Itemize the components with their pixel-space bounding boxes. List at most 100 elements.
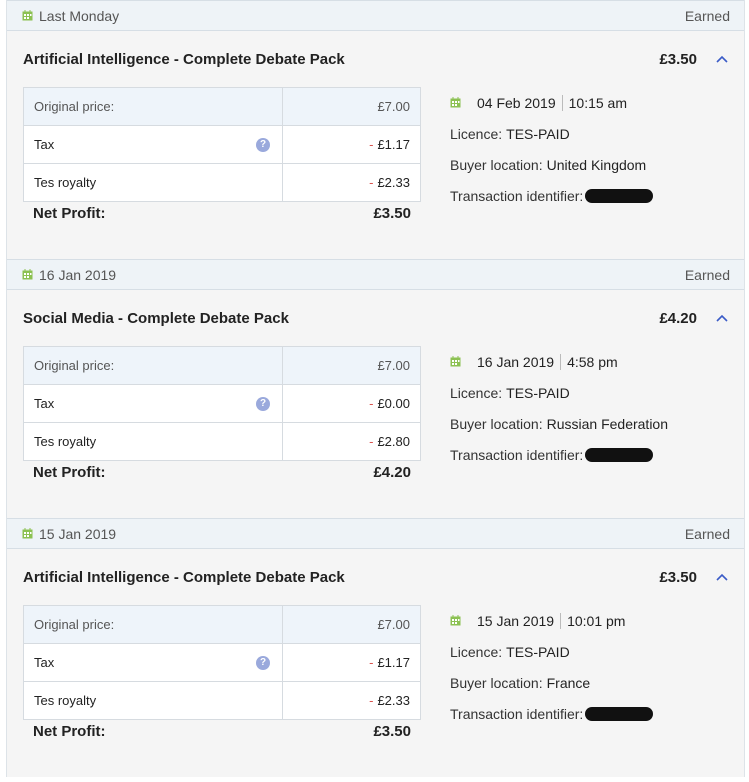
collapse-chevron-up-icon[interactable] <box>715 312 729 324</box>
redacted-identifier <box>585 188 654 203</box>
net-profit-value: £3.50 <box>373 205 411 222</box>
transaction-time: 10:01 pm <box>567 612 626 629</box>
divider <box>560 353 562 370</box>
royalty-label: Tes royalty <box>23 681 283 720</box>
resource-title: Artificial Intelligence - Complete Debat… <box>23 569 345 586</box>
table-row: Tax? - £1.17 <box>23 125 421 164</box>
help-icon[interactable]: ? <box>256 656 270 670</box>
resource-title: Social Media - Complete Debate Pack <box>23 310 289 327</box>
transaction-time: 10:15 am <box>568 94 627 111</box>
transaction-identifier-label: Transaction identifier: <box>450 446 584 463</box>
sale-entry: Social Media - Complete Debate Pack £4.2… <box>7 290 744 518</box>
status-badge: Earned <box>684 7 730 24</box>
calendar-icon <box>22 269 33 280</box>
tax-label: Tax <box>34 137 55 152</box>
royalty-label: Tes royalty <box>23 422 283 461</box>
net-profit-row: Net Profit: £3.50 <box>23 205 411 222</box>
royalty-value: £2.80 <box>377 434 410 449</box>
collapse-chevron-up-icon[interactable] <box>715 571 729 583</box>
net-profit-value: £3.50 <box>373 723 411 740</box>
original-price-label: Original price: <box>23 605 283 644</box>
divider <box>560 612 562 629</box>
resource-title: Artificial Intelligence - Complete Debat… <box>23 51 345 68</box>
date-header: Last Monday Earned <box>7 0 744 31</box>
net-profit-label: Net Profit: <box>33 464 106 481</box>
licence-label: Licence: <box>450 643 503 660</box>
transaction-details: 15 Jan 2019 10:01 pm Licence: TES-PAID B… <box>450 605 654 729</box>
original-price-value: £7.00 <box>282 87 421 126</box>
tax-value: £1.17 <box>377 655 410 670</box>
sale-entry: Artificial Intelligence - Complete Debat… <box>7 549 744 777</box>
original-price-value: £7.00 <box>282 605 421 644</box>
buyer-location-value: Russian Federation <box>546 415 669 432</box>
transaction-date: 16 Jan 2019 <box>477 353 555 370</box>
tax-value: £0.00 <box>377 396 410 411</box>
buyer-location-label: Buyer location: <box>450 415 543 432</box>
licence-value: TES-PAID <box>506 643 570 660</box>
net-profit-label: Net Profit: <box>33 723 106 740</box>
minus-sign: - <box>369 693 374 708</box>
licence-value: TES-PAID <box>506 125 570 142</box>
original-price-label: Original price: <box>23 87 283 126</box>
minus-sign: - <box>369 655 374 670</box>
buyer-location-value: France <box>546 674 591 691</box>
price-breakdown-table: Original price: £7.00 Tax? - £0.00 Tes ro… <box>23 346 421 461</box>
redacted-identifier <box>585 447 654 462</box>
minus-sign: - <box>369 434 374 449</box>
licence-label: Licence: <box>450 125 503 142</box>
table-row: Tes royalty - £2.80 <box>23 422 421 461</box>
transaction-identifier-label: Transaction identifier: <box>450 705 584 722</box>
collapse-chevron-up-icon[interactable] <box>715 53 729 65</box>
date-header: 15 Jan 2019 Earned <box>7 518 744 549</box>
transaction-date: 15 Jan 2019 <box>477 612 555 629</box>
divider <box>561 94 563 111</box>
table-row: Tax? - £1.17 <box>23 643 421 682</box>
calendar-icon <box>450 356 461 367</box>
date-label: 15 Jan 2019 <box>39 525 117 542</box>
licence-label: Licence: <box>450 384 503 401</box>
net-profit-label: Net Profit: <box>33 205 106 222</box>
price-breakdown-table: Original price: £7.00 Tax? - £1.17 Tes ro… <box>23 87 421 202</box>
licence-value: TES-PAID <box>506 384 570 401</box>
original-price-value: £7.00 <box>282 346 421 385</box>
royalty-value: £2.33 <box>377 175 410 190</box>
transaction-identifier-label: Transaction identifier: <box>450 187 584 204</box>
date-label: 16 Jan 2019 <box>39 266 117 283</box>
sale-amount: £3.50 <box>659 51 697 68</box>
buyer-location-label: Buyer location: <box>450 156 543 173</box>
help-icon[interactable]: ? <box>256 138 270 152</box>
tax-label: Tax <box>34 396 55 411</box>
table-row: Tes royalty - £2.33 <box>23 163 421 202</box>
help-icon[interactable]: ? <box>256 397 270 411</box>
date-label: Last Monday <box>39 7 120 24</box>
minus-sign: - <box>369 396 374 411</box>
royalty-value: £2.33 <box>377 693 410 708</box>
transaction-time: 4:58 pm <box>567 353 618 370</box>
sale-amount: £3.50 <box>659 569 697 586</box>
price-breakdown-table: Original price: £7.00 Tax? - £1.17 Tes ro… <box>23 605 421 720</box>
table-row: Original price: £7.00 <box>23 87 421 126</box>
transaction-date: 04 Feb 2019 <box>477 94 556 111</box>
calendar-icon <box>22 10 33 21</box>
table-row: Original price: £7.00 <box>23 605 421 644</box>
table-row: Original price: £7.00 <box>23 346 421 385</box>
sale-amount: £4.20 <box>659 310 697 327</box>
table-row: Tax? - £0.00 <box>23 384 421 423</box>
royalty-label: Tes royalty <box>23 163 283 202</box>
transaction-details: 16 Jan 2019 4:58 pm Licence: TES-PAID Bu… <box>450 346 668 470</box>
sale-entry: Artificial Intelligence - Complete Debat… <box>7 31 744 259</box>
status-badge: Earned <box>684 266 730 283</box>
original-price-label: Original price: <box>23 346 283 385</box>
table-row: Tes royalty - £2.33 <box>23 681 421 720</box>
date-header: 16 Jan 2019 Earned <box>7 259 744 290</box>
buyer-location-value: United Kingdom <box>546 156 647 173</box>
buyer-location-label: Buyer location: <box>450 674 543 691</box>
calendar-icon <box>450 615 461 626</box>
calendar-icon <box>450 97 461 108</box>
calendar-icon <box>22 528 33 539</box>
minus-sign: - <box>369 137 374 152</box>
net-profit-row: Net Profit: £4.20 <box>23 464 411 481</box>
minus-sign: - <box>369 175 374 190</box>
net-profit-value: £4.20 <box>373 464 411 481</box>
transaction-details: 04 Feb 2019 10:15 am Licence: TES-PAID B… <box>450 87 654 211</box>
